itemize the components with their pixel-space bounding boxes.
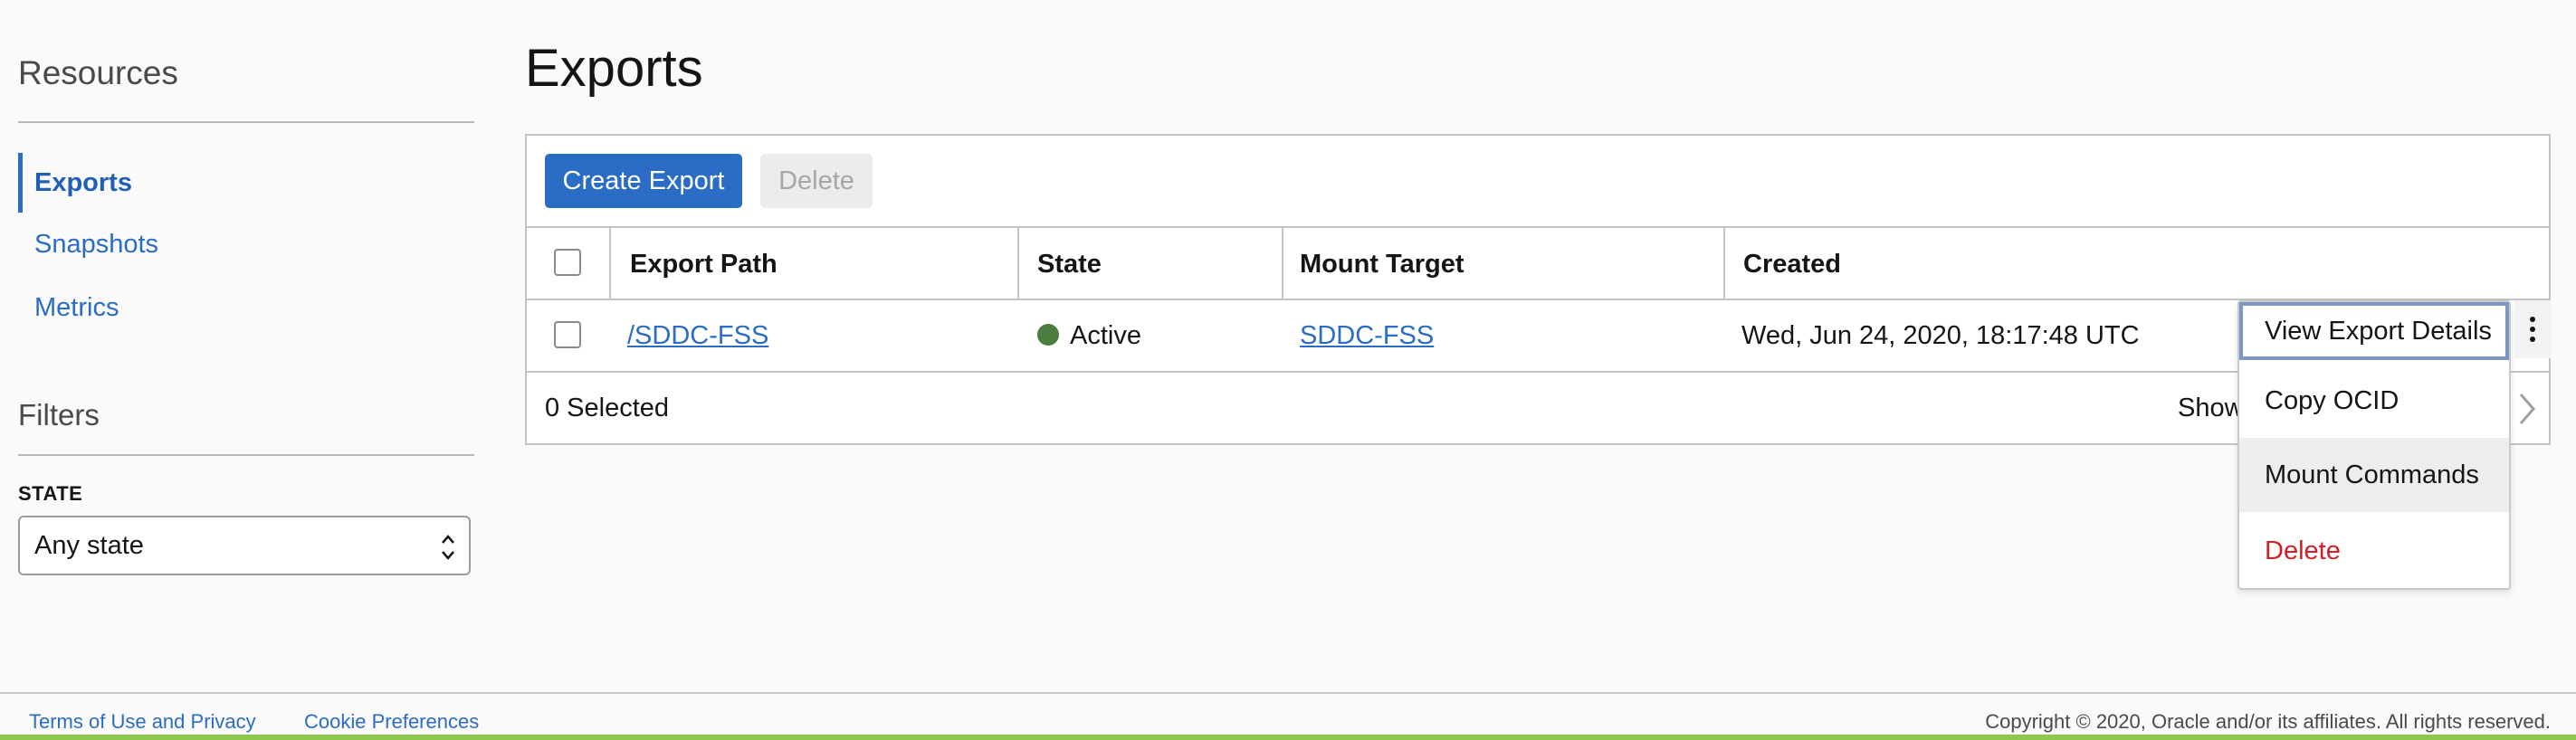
state-filter-value: Any state [34, 530, 144, 560]
mount-target-link[interactable]: SDDC-FSS [1300, 321, 1434, 351]
column-divider [1723, 226, 1725, 299]
showing-count: Show [2178, 394, 2244, 422]
sidebar-item-label: Metrics [34, 292, 119, 322]
table-top-border [527, 226, 2549, 228]
created-date: Wed, Jun 24, 2020, 18:17:48 UTC [1741, 321, 2140, 350]
chevron-right-icon[interactable] [2516, 391, 2538, 427]
select-arrows-icon [442, 535, 454, 560]
terms-link[interactable]: Terms of Use and Privacy [29, 710, 256, 734]
menu-item-label: Copy OCID [2265, 385, 2399, 415]
resources-divider [18, 121, 474, 123]
footer-divider [0, 692, 2576, 694]
column-header-mount-target[interactable]: Mount Target [1300, 250, 1465, 280]
delete-button[interactable]: Delete [760, 154, 873, 208]
menu-item-label: Delete [2265, 536, 2341, 565]
sidebar-item-snapshots[interactable]: Snapshots [18, 214, 469, 274]
filters-heading: Filters [18, 398, 100, 432]
column-divider [1017, 226, 1019, 299]
selected-count: 0 Selected [545, 394, 670, 422]
menu-item-label: View Export Details [2265, 316, 2492, 346]
more-actions-icon[interactable] [2514, 300, 2551, 358]
menu-item-copy-ocid[interactable]: Copy OCID [2239, 364, 2509, 438]
export-path-link[interactable]: /SDDC-FSS [627, 321, 768, 351]
state-filter-select[interactable]: Any state [18, 516, 471, 575]
filters-divider [18, 454, 474, 456]
sidebar-item-label: Snapshots [34, 229, 159, 259]
column-header-state[interactable]: State [1037, 250, 1102, 280]
cookie-preferences-link[interactable]: Cookie Preferences [304, 710, 479, 734]
menu-item-delete[interactable]: Delete [2239, 514, 2509, 588]
page-title: Exports [525, 39, 703, 98]
select-all-checkbox[interactable] [554, 249, 581, 276]
column-divider [1282, 226, 1283, 299]
status-text: Active [1070, 321, 1141, 350]
sidebar-item-exports[interactable]: Exports [18, 153, 469, 213]
menu-item-mount-commands[interactable]: Mount Commands [2239, 438, 2509, 512]
menu-item-view-export-details[interactable]: View Export Details [2239, 302, 2509, 360]
state-filter-label: STATE [18, 482, 83, 505]
row-actions-menu: View Export Details Copy OCID Mount Comm… [2237, 300, 2511, 590]
sidebar-item-metrics[interactable]: Metrics [18, 278, 469, 337]
footer-accent-bar [0, 735, 2576, 740]
row-select-checkbox[interactable] [554, 321, 581, 348]
column-header-export-path[interactable]: Export Path [630, 250, 778, 280]
resources-heading: Resources [18, 54, 178, 91]
column-divider [609, 226, 611, 299]
create-export-button[interactable]: Create Export [545, 154, 742, 208]
menu-item-label: Mount Commands [2265, 460, 2479, 489]
sidebar-item-label: Exports [34, 167, 132, 197]
copyright-text: Copyright © 2020, Oracle and/or its affi… [1985, 710, 2551, 733]
status-active-icon [1037, 324, 1059, 346]
column-header-created[interactable]: Created [1743, 250, 1841, 280]
